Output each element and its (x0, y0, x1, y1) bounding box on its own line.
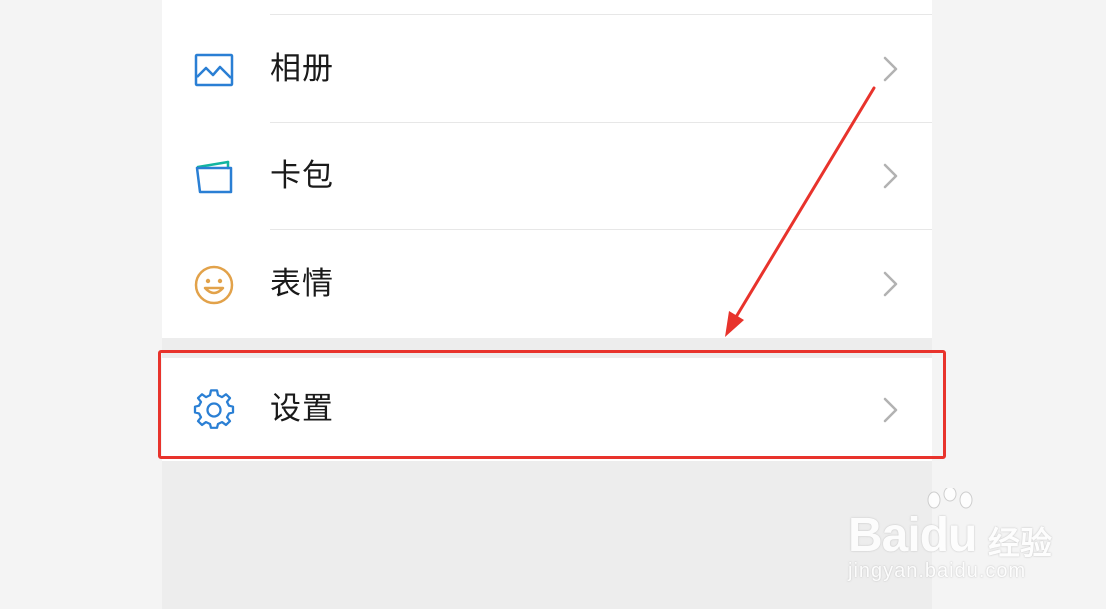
menu-item-stickers[interactable]: 表情 (162, 231, 932, 337)
wechat-me-page: 相册 卡包 表情 设置 (162, 0, 932, 609)
menu-item-settings[interactable]: 设置 (162, 358, 932, 461)
chevron-right-icon (883, 271, 898, 297)
smiley-face-icon-graphic (194, 265, 234, 305)
menu-item-label: 表情 (270, 266, 334, 302)
chevron-right-icon (883, 163, 898, 189)
photo-album-icon (192, 48, 236, 92)
menu-item-card-wallet[interactable]: 卡包 (162, 123, 932, 229)
watermark-brand-cn: 经验 (988, 524, 1053, 562)
menu-item-label: 相册 (270, 51, 334, 87)
card-wallet-icon (192, 155, 236, 199)
menu-item-album[interactable]: 相册 (162, 16, 932, 122)
chevron-right-icon (883, 56, 898, 82)
gear-icon (192, 388, 236, 432)
divider (270, 229, 932, 230)
divider (270, 14, 932, 15)
menu-group: 相册 卡包 表情 (162, 0, 932, 338)
gear-icon-graphic (193, 389, 235, 429)
screenshot-stage: 相册 卡包 表情 设置 Baidu 经验 jingyan.baidu.com (0, 0, 1106, 609)
smiley-face-icon (192, 263, 236, 307)
settings-label: 设置 (270, 391, 334, 427)
photo-album-icon-graphic (194, 53, 234, 87)
card-wallet-icon-graphic (195, 160, 233, 194)
chevron-right-icon (883, 397, 898, 423)
menu-item-label: 卡包 (270, 158, 334, 194)
